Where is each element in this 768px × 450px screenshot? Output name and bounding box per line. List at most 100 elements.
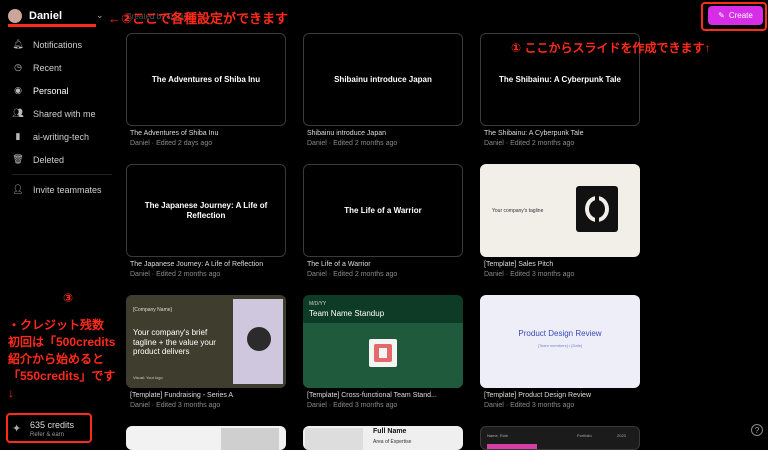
company-logo-icon (576, 186, 618, 232)
sidebar-item-label: Recent (33, 62, 62, 73)
thumbnail-year: 2023 (617, 433, 626, 438)
annotation-credits-number: ③ (63, 291, 74, 305)
card-thumbnail[interactable]: The Japanese Journey: A Life of Reflecti… (126, 164, 286, 257)
card-title: [Template] Fundraising - Series A (130, 392, 234, 399)
thumbnail-title: The Life of a Warrior (344, 205, 422, 215)
thumbnail-title: The Adventures of Shiba Inu (151, 74, 261, 84)
annotation-underline (8, 24, 96, 27)
sidebar-item-recent[interactable]: ◷ Recent (8, 56, 116, 79)
card-thumbnail[interactable]: Full Name Area of Expertise (303, 426, 463, 450)
user-menu[interactable]: Daniel (8, 6, 108, 26)
presentation-card[interactable]: The Adventures of Shiba Inu The Adventur… (126, 33, 286, 147)
card-title: The Life of a Warrior (307, 261, 371, 268)
presentation-card[interactable]: The Japanese Journey: A Life of Reflecti… (126, 164, 286, 278)
thumbnail-company: [Company Name] (133, 307, 172, 313)
thumbnail-brief: Your company's brief tagline + the value… (133, 328, 216, 357)
card-meta: Daniel · Edited 2 months ago (307, 140, 398, 147)
thumbnail-image-block (305, 428, 363, 450)
logo-circle-icon (247, 327, 271, 351)
presentation-card[interactable] (126, 426, 286, 450)
presentation-card[interactable]: Product Design Review [Team members] • [… (480, 295, 640, 409)
card-title: The Adventures of Shiba Inu (130, 130, 219, 137)
presentation-card[interactable]: Your company's tagline [Template] Sales … (480, 164, 640, 278)
presentation-card[interactable]: Name, Role Portfolio 2023 (480, 426, 640, 450)
sidebar-item-personal[interactable]: ◉ Personal (8, 79, 116, 102)
sidebar-item-ai-writing-tech[interactable]: ▮ ai-writing-tech (8, 125, 116, 148)
sidebar-item-label: Shared with me (33, 108, 96, 119)
sidebar-item-label: ai-writing-tech (33, 131, 90, 142)
annotation-line: 初回は「500credits (8, 335, 116, 349)
card-meta: Daniel · Edited 3 months ago (130, 402, 221, 409)
sidebar-item-label: Deleted (33, 154, 65, 165)
card-meta: Daniel · Edited 3 months ago (484, 402, 575, 409)
thumbnail-title: The Japanese Journey: A Life of Reflecti… (144, 200, 268, 220)
thumbnail-subtitle: [Team members] • [Date] (537, 343, 583, 348)
card-thumbnail[interactable] (126, 426, 286, 450)
user-name: Daniel (29, 10, 63, 22)
thumbnail-name-role: Name, Role (487, 433, 509, 438)
presentation-card[interactable]: Shibainu introduce Japan Shibainu introd… (303, 33, 463, 147)
trash-icon: 🗑︎ (12, 154, 24, 164)
thumbnail-image-block (221, 428, 279, 450)
sidebar-nav: 🔔︎ Notifications ◷ Recent ◉ Personal 👥︎ Shar… (8, 33, 116, 201)
divider (12, 174, 112, 175)
card-thumbnail[interactable]: Name, Role Portfolio 2023 (480, 426, 640, 450)
card-meta: Daniel · Edited 3 months ago (307, 402, 398, 409)
annotation-settings: ←②ここで各種設定ができます (108, 11, 289, 26)
thumbnail-panel (233, 299, 283, 384)
bell-icon: 🔔︎ (12, 39, 24, 49)
sidebar-item-deleted[interactable]: 🗑︎ Deleted (8, 148, 116, 171)
card-title: Shibainu introduce Japan (307, 130, 387, 137)
sidebar-item-shared[interactable]: 👥︎ Shared with me (8, 102, 116, 125)
card-meta: Daniel · Edited 3 months ago (484, 271, 575, 278)
sidebar-item-label: Notifications (33, 39, 83, 50)
sidebar-item-invite[interactable]: 👤︎ Invite teammates (8, 178, 116, 201)
thumbnail-expertise: Area of Expertise (373, 439, 412, 445)
card-title: [Template] Cross-functional Team Stand..… (307, 392, 437, 399)
help-icon[interactable]: ? (751, 424, 763, 436)
card-meta: Daniel · Edited 2 months ago (484, 140, 575, 147)
sidebar-item-label: Personal (33, 85, 69, 96)
annotation-line: ↓ (8, 386, 14, 400)
annotation-box-credits (6, 413, 92, 443)
thumbnail-date: M/D/YY (309, 301, 327, 307)
thumbnail-full-name: Full Name (373, 428, 407, 435)
card-title: The Japanese Journey: A Life of Reflecti… (130, 261, 264, 268)
thumbnail-team-name: Team Name Standup (309, 309, 385, 318)
person-icon: ◉ (14, 85, 22, 95)
card-title: [Template] Sales Pitch (484, 261, 554, 268)
clock-icon: ◷ (14, 62, 22, 72)
card-thumbnail[interactable]: [Company Name] Your company's brief tagl… (126, 295, 286, 388)
chevron-down-icon[interactable]: ⌄ (96, 10, 104, 21)
card-thumbnail[interactable]: Product Design Review [Team members] • [… (480, 295, 640, 388)
card-title: The Shibainu: A Cyberpunk Tale (484, 130, 584, 137)
presentation-card[interactable]: [Company Name] Your company's brief tagl… (126, 295, 286, 409)
team-logo-icon (369, 339, 397, 367)
presentation-card[interactable]: The Life of a Warrior The Life of a Warr… (303, 164, 463, 278)
card-thumbnail[interactable]: The Adventures of Shiba Inu (126, 33, 286, 126)
card-thumbnail[interactable]: M/D/YY Team Name Standup (303, 295, 463, 388)
annotation-box-create (701, 2, 767, 31)
card-thumbnail[interactable]: The Life of a Warrior (303, 164, 463, 257)
card-thumbnail[interactable]: Your company's tagline (480, 164, 640, 257)
thumbnail-lower-panel (303, 323, 463, 388)
users-icon: 👥︎ (12, 108, 24, 118)
thumbnail-tagline: Your company's tagline (492, 208, 544, 214)
thumbnail-heading: Product Design Review (518, 329, 602, 338)
presentation-card[interactable]: Full Name Area of Expertise (303, 426, 463, 450)
thumbnail-visual: Visual: Your logo (133, 375, 163, 380)
thumbnail-title: Shibainu introduce Japan (334, 74, 432, 84)
annotation-create: ① ここからスライドを作成できます↑ (511, 41, 711, 55)
card-thumbnail[interactable]: Shibainu introduce Japan (303, 33, 463, 126)
thumbnail-portfolio: Portfolio (577, 433, 592, 438)
add-user-icon: 👤︎ (12, 184, 24, 194)
annotation-credits-note: ・クレジット残数 初回は「500credits 紹介から始めると 「550cre… (8, 317, 115, 402)
avatar (8, 9, 22, 23)
card-meta: Daniel · Edited 2 months ago (130, 271, 221, 278)
annotation-line: 紹介から始めると (8, 352, 105, 366)
presentation-card[interactable]: M/D/YY Team Name Standup [Template] Cros… (303, 295, 463, 409)
chart-icon: ▮ (15, 131, 21, 141)
card-title: [Template] Product Design Review (484, 392, 591, 399)
annotation-line: 「550credits」です (8, 369, 116, 383)
sidebar-item-notifications[interactable]: 🔔︎ Notifications (8, 33, 116, 56)
